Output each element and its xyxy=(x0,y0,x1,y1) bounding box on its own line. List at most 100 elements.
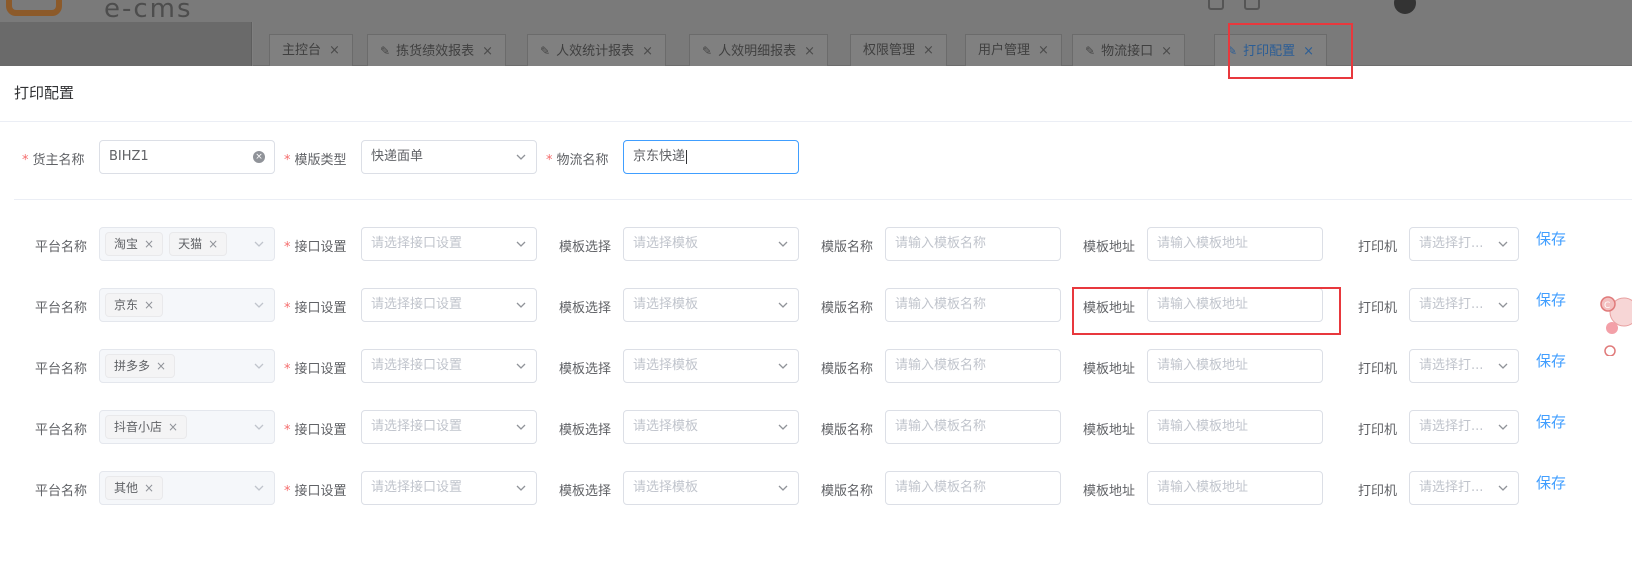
api-select[interactable]: 请选择接口设置 xyxy=(361,410,537,444)
api-label: * 接口设置 xyxy=(284,484,347,499)
close-icon[interactable]: × xyxy=(144,237,154,251)
template-address-input[interactable]: 请输入模板地址 xyxy=(1147,349,1323,383)
close-icon[interactable]: × xyxy=(923,43,934,58)
template-select-label: 模板选择 xyxy=(559,362,612,377)
floating-assistant-icon[interactable]: C xyxy=(1598,292,1632,356)
chevron-down-icon xyxy=(516,363,526,369)
template-name-input[interactable]: 请输入模板名称 xyxy=(885,288,1061,322)
printer-label: 打印机 xyxy=(1358,423,1398,438)
close-icon[interactable]: × xyxy=(482,44,493,59)
api-label: * 接口设置 xyxy=(284,362,347,377)
template-address-input[interactable]: 请输入模板地址 xyxy=(1147,471,1323,505)
tab-item[interactable]: ✎ 人效明细报表 × xyxy=(689,34,828,68)
logistics-input[interactable]: 京东快递 xyxy=(623,140,799,174)
chevron-down-icon xyxy=(254,424,264,430)
template-name-label: 模版名称 xyxy=(821,240,874,255)
platform-label: 平台名称 xyxy=(35,484,88,499)
chevron-down-icon xyxy=(254,485,264,491)
svg-text:C: C xyxy=(1604,301,1610,311)
template-type-select[interactable]: 快递面单 xyxy=(361,140,537,174)
save-button[interactable]: 保存 xyxy=(1536,350,1566,371)
chevron-down-icon xyxy=(516,302,526,308)
close-icon[interactable]: × xyxy=(144,481,154,495)
platform-tag: 天猫 × xyxy=(169,232,228,256)
platform-select[interactable]: 淘宝 × 天猫 × xyxy=(99,227,275,261)
tab-item[interactable]: ✎ 人效统计报表 × xyxy=(527,34,666,68)
chevron-down-icon xyxy=(516,154,526,160)
fullscreen-icon[interactable] xyxy=(1208,0,1224,10)
close-icon[interactable]: × xyxy=(168,420,178,434)
printer-select[interactable]: 请选择打... xyxy=(1409,471,1519,505)
api-select[interactable]: 请选择接口设置 xyxy=(361,288,537,322)
save-button[interactable]: 保存 xyxy=(1536,228,1566,249)
chevron-down-icon xyxy=(778,241,788,247)
chevron-down-icon xyxy=(778,363,788,369)
divider xyxy=(14,199,1632,200)
api-label: * 接口设置 xyxy=(284,301,347,316)
printer-select[interactable]: 请选择打... xyxy=(1409,349,1519,383)
save-button[interactable]: 保存 xyxy=(1536,411,1566,432)
template-select[interactable]: 请选择模板 xyxy=(623,227,799,261)
annotation-box-template-address xyxy=(1072,287,1341,335)
template-select[interactable]: 请选择模板 xyxy=(623,349,799,383)
tab-item[interactable]: 主控台 × xyxy=(269,34,353,68)
api-select[interactable]: 请选择接口设置 xyxy=(361,349,537,383)
close-icon[interactable]: × xyxy=(1161,44,1172,59)
tab-item[interactable]: ✎ 物流接口 × xyxy=(1072,34,1185,68)
printer-select[interactable]: 请选择打... xyxy=(1409,410,1519,444)
template-select[interactable]: 请选择模板 xyxy=(623,471,799,505)
save-button[interactable]: 保存 xyxy=(1536,472,1566,493)
printer-select[interactable]: 请选择打... xyxy=(1409,288,1519,322)
dialog-title: 打印配置 xyxy=(14,84,75,102)
divider xyxy=(0,121,1632,122)
template-name-input[interactable]: 请输入模板名称 xyxy=(885,471,1061,505)
owner-input[interactable]: BIHZ1 × xyxy=(99,140,275,174)
platform-tag-label: 其他 xyxy=(114,481,139,495)
chevron-down-icon xyxy=(778,424,788,430)
avatar[interactable] xyxy=(1394,0,1416,14)
close-icon[interactable]: × xyxy=(329,43,340,58)
platform-label: 平台名称 xyxy=(35,423,88,438)
template-name-label: 模版名称 xyxy=(821,301,874,316)
platform-label: 平台名称 xyxy=(35,362,88,377)
tab-item[interactable]: 用户管理 × xyxy=(965,34,1062,68)
annotation-box-tab xyxy=(1228,23,1353,79)
api-select[interactable]: 请选择接口设置 xyxy=(361,227,537,261)
platform-select[interactable]: 其他 × xyxy=(99,471,275,505)
clear-icon[interactable]: × xyxy=(253,151,265,163)
api-select[interactable]: 请选择接口设置 xyxy=(361,471,537,505)
close-icon[interactable]: × xyxy=(156,359,166,373)
platform-tag-label: 淘宝 xyxy=(114,237,139,251)
platform-tag-label: 天猫 xyxy=(178,237,203,251)
save-button[interactable]: 保存 xyxy=(1536,289,1566,310)
template-select-label: 模板选择 xyxy=(559,301,612,316)
platform-select[interactable]: 抖音小店 × xyxy=(99,410,275,444)
close-icon[interactable]: × xyxy=(804,44,815,59)
platform-select[interactable]: 拼多多 × xyxy=(99,349,275,383)
template-name-input[interactable]: 请输入模板名称 xyxy=(885,349,1061,383)
platform-select[interactable]: 京东 × xyxy=(99,288,275,322)
app-logo-text: e-cms xyxy=(104,0,193,24)
app-header: e-cms xyxy=(0,0,1632,24)
close-icon[interactable]: × xyxy=(1038,43,1049,58)
printer-select[interactable]: 请选择打... xyxy=(1409,227,1519,261)
printer-label: 打印机 xyxy=(1358,362,1398,377)
template-address-input[interactable]: 请输入模板地址 xyxy=(1147,410,1323,444)
template-select[interactable]: 请选择模板 xyxy=(623,410,799,444)
tab-item[interactable]: ✎ 拣货绩效报表 × xyxy=(367,34,506,68)
tab-item[interactable]: 权限管理 × xyxy=(850,34,947,68)
close-icon[interactable]: × xyxy=(144,298,154,312)
template-address-label: 模板地址 xyxy=(1083,423,1136,438)
close-icon[interactable]: × xyxy=(208,237,218,251)
template-select[interactable]: 请选择模板 xyxy=(623,288,799,322)
template-name-input[interactable]: 请输入模板名称 xyxy=(885,410,1061,444)
template-address-label: 模板地址 xyxy=(1083,240,1136,255)
template-address-input[interactable]: 请输入模板地址 xyxy=(1147,227,1323,261)
template-name-input[interactable]: 请输入模板名称 xyxy=(885,227,1061,261)
notification-icon[interactable] xyxy=(1244,0,1260,10)
printer-label: 打印机 xyxy=(1358,301,1398,316)
tab-label: 权限管理 xyxy=(863,43,916,58)
tab-bar: 主控台 × ✎ 拣货绩效报表 × ✎ 人效统计报表 × ✎ 人效明细报表 × 权限管理 × 用户管理 × ✎ 物… xyxy=(253,22,1632,68)
close-icon[interactable]: × xyxy=(642,44,653,59)
platform-tag: 拼多多 × xyxy=(105,354,176,378)
